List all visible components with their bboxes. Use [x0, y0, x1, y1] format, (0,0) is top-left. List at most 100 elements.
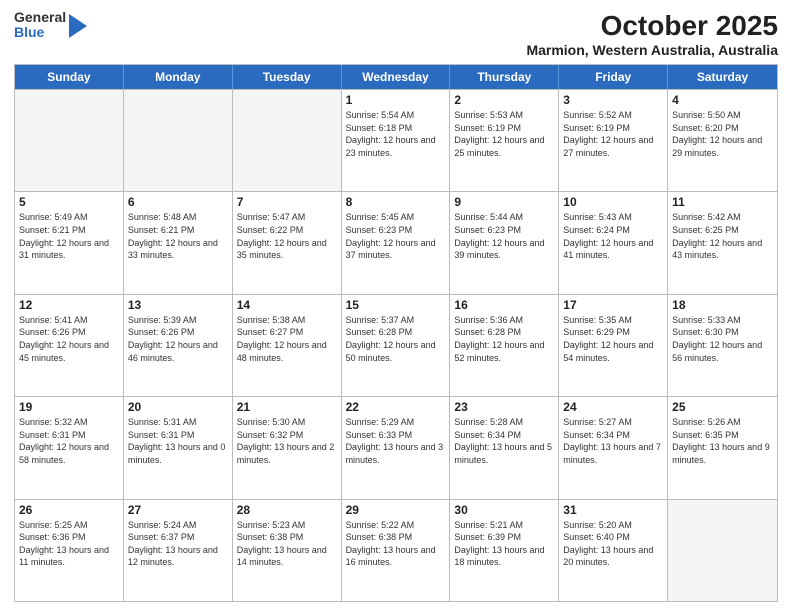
- cell-info: Sunrise: 5:20 AMSunset: 6:40 PMDaylight:…: [563, 519, 663, 569]
- calendar: SundayMondayTuesdayWednesdayThursdayFrid…: [14, 64, 778, 602]
- cell-day-number: 3: [563, 93, 663, 107]
- calendar-cell: 27 Sunrise: 5:24 AMSunset: 6:37 PMDayligh…: [124, 500, 233, 601]
- cell-day-number: 27: [128, 503, 228, 517]
- weekday-header: Saturday: [668, 65, 777, 89]
- calendar-row: 5 Sunrise: 5:49 AMSunset: 6:21 PMDaylight…: [15, 191, 777, 293]
- calendar-cell: 15Sunrise: 5:37 AMSunset: 6:28 PMDayligh…: [342, 295, 451, 396]
- cell-day-number: 24: [563, 400, 663, 414]
- cell-day-number: 17: [563, 298, 663, 312]
- logo-blue: Blue: [14, 25, 66, 40]
- cell-day-number: 29: [346, 503, 446, 517]
- cell-day-number: 15: [346, 298, 446, 312]
- cell-info: Sunrise: 5:27 AMSunset: 6:34 PMDaylight:…: [563, 416, 663, 466]
- calendar-cell: 5 Sunrise: 5:49 AMSunset: 6:21 PMDaylight…: [15, 192, 124, 293]
- cell-info: Sunrise: 5:30 AMSunset: 6:32 PMDaylight:…: [237, 416, 337, 466]
- calendar-cell: 14Sunrise: 5:38 AMSunset: 6:27 PMDayligh…: [233, 295, 342, 396]
- cell-info: Sunrise: 5:36 AMSunset: 6:28 PMDaylight:…: [454, 314, 554, 364]
- cell-day-number: 6: [128, 195, 228, 209]
- cell-info: Sunrise: 5:33 AMSunset: 6:30 PMDaylight:…: [672, 314, 773, 364]
- calendar-cell: 16 Sunrise: 5:36 AMSunset: 6:28 PMDayligh…: [450, 295, 559, 396]
- calendar-cell: [124, 90, 233, 191]
- weekday-header: Monday: [124, 65, 233, 89]
- calendar-cell: 24 Sunrise: 5:27 AMSunset: 6:34 PMDayligh…: [559, 397, 668, 498]
- page: General Blue October 2025 Marmion, Weste…: [0, 0, 792, 612]
- cell-info: Sunrise: 5:48 AMSunset: 6:21 PMDaylight:…: [128, 211, 228, 261]
- weekday-header: Wednesday: [342, 65, 451, 89]
- calendar-cell: 13 Sunrise: 5:39 AMSunset: 6:26 PMDayligh…: [124, 295, 233, 396]
- cell-day-number: 12: [19, 298, 119, 312]
- calendar-header: SundayMondayTuesdayWednesdayThursdayFrid…: [15, 65, 777, 89]
- calendar-cell: 4Sunrise: 5:50 AMSunset: 6:20 PMDaylight…: [668, 90, 777, 191]
- logo-arrow-icon: [69, 14, 87, 38]
- cell-day-number: 20: [128, 400, 228, 414]
- cell-day-number: 13: [128, 298, 228, 312]
- cell-info: Sunrise: 5:44 AMSunset: 6:23 PMDaylight:…: [454, 211, 554, 261]
- calendar-cell: 1 Sunrise: 5:54 AMSunset: 6:18 PMDaylight…: [342, 90, 451, 191]
- logo-text: General Blue: [14, 10, 66, 41]
- title-block: October 2025 Marmion, Western Australia,…: [526, 10, 778, 58]
- cell-day-number: 5: [19, 195, 119, 209]
- calendar-cell: 9 Sunrise: 5:44 AMSunset: 6:23 PMDaylight…: [450, 192, 559, 293]
- calendar-cell: 11Sunrise: 5:42 AMSunset: 6:25 PMDayligh…: [668, 192, 777, 293]
- cell-info: Sunrise: 5:26 AMSunset: 6:35 PMDaylight:…: [672, 416, 773, 466]
- cell-day-number: 16: [454, 298, 554, 312]
- calendar-cell: 12 Sunrise: 5:41 AMSunset: 6:26 PMDayligh…: [15, 295, 124, 396]
- calendar-cell: [233, 90, 342, 191]
- calendar-row: 19Sunrise: 5:32 AMSunset: 6:31 PMDayligh…: [15, 396, 777, 498]
- page-subtitle: Marmion, Western Australia, Australia: [526, 42, 778, 58]
- cell-day-number: 31: [563, 503, 663, 517]
- cell-info: Sunrise: 5:49 AMSunset: 6:21 PMDaylight:…: [19, 211, 119, 261]
- cell-info: Sunrise: 5:29 AMSunset: 6:33 PMDaylight:…: [346, 416, 446, 466]
- cell-day-number: 1: [346, 93, 446, 107]
- calendar-cell: 20 Sunrise: 5:31 AMSunset: 6:31 PMDayligh…: [124, 397, 233, 498]
- cell-info: Sunrise: 5:32 AMSunset: 6:31 PMDaylight:…: [19, 416, 119, 466]
- calendar-cell: [15, 90, 124, 191]
- calendar-cell: 31 Sunrise: 5:20 AMSunset: 6:40 PMDayligh…: [559, 500, 668, 601]
- cell-day-number: 30: [454, 503, 554, 517]
- cell-info: Sunrise: 5:31 AMSunset: 6:31 PMDaylight:…: [128, 416, 228, 466]
- calendar-cell: 26Sunrise: 5:25 AMSunset: 6:36 PMDayligh…: [15, 500, 124, 601]
- cell-day-number: 25: [672, 400, 773, 414]
- page-title: October 2025: [526, 10, 778, 42]
- calendar-cell: [668, 500, 777, 601]
- calendar-cell: 2Sunrise: 5:53 AMSunset: 6:19 PMDaylight…: [450, 90, 559, 191]
- cell-info: Sunrise: 5:39 AMSunset: 6:26 PMDaylight:…: [128, 314, 228, 364]
- cell-day-number: 11: [672, 195, 773, 209]
- calendar-row: 1 Sunrise: 5:54 AMSunset: 6:18 PMDaylight…: [15, 89, 777, 191]
- cell-info: Sunrise: 5:38 AMSunset: 6:27 PMDaylight:…: [237, 314, 337, 364]
- calendar-row: 12 Sunrise: 5:41 AMSunset: 6:26 PMDayligh…: [15, 294, 777, 396]
- calendar-cell: 23 Sunrise: 5:28 AMSunset: 6:34 PMDayligh…: [450, 397, 559, 498]
- calendar-cell: 6 Sunrise: 5:48 AMSunset: 6:21 PMDaylight…: [124, 192, 233, 293]
- logo-general: General: [14, 10, 66, 25]
- calendar-cell: 29 Sunrise: 5:22 AMSunset: 6:38 PMDayligh…: [342, 500, 451, 601]
- logo: General Blue: [14, 10, 87, 41]
- cell-info: Sunrise: 5:25 AMSunset: 6:36 PMDaylight:…: [19, 519, 119, 569]
- calendar-cell: 21 Sunrise: 5:30 AMSunset: 6:32 PMDayligh…: [233, 397, 342, 498]
- calendar-row: 26Sunrise: 5:25 AMSunset: 6:36 PMDayligh…: [15, 499, 777, 601]
- cell-day-number: 18: [672, 298, 773, 312]
- cell-info: Sunrise: 5:54 AMSunset: 6:18 PMDaylight:…: [346, 109, 446, 159]
- cell-day-number: 22: [346, 400, 446, 414]
- cell-info: Sunrise: 5:35 AMSunset: 6:29 PMDaylight:…: [563, 314, 663, 364]
- cell-day-number: 9: [454, 195, 554, 209]
- cell-day-number: 21: [237, 400, 337, 414]
- cell-info: Sunrise: 5:28 AMSunset: 6:34 PMDaylight:…: [454, 416, 554, 466]
- cell-info: Sunrise: 5:50 AMSunset: 6:20 PMDaylight:…: [672, 109, 773, 159]
- cell-day-number: 8: [346, 195, 446, 209]
- cell-day-number: 23: [454, 400, 554, 414]
- header: General Blue October 2025 Marmion, Weste…: [14, 10, 778, 58]
- cell-day-number: 2: [454, 93, 554, 107]
- calendar-cell: 7Sunrise: 5:47 AMSunset: 6:22 PMDaylight…: [233, 192, 342, 293]
- cell-day-number: 28: [237, 503, 337, 517]
- calendar-cell: 3Sunrise: 5:52 AMSunset: 6:19 PMDaylight…: [559, 90, 668, 191]
- weekday-header: Thursday: [450, 65, 559, 89]
- cell-info: Sunrise: 5:23 AMSunset: 6:38 PMDaylight:…: [237, 519, 337, 569]
- weekday-header: Friday: [559, 65, 668, 89]
- cell-info: Sunrise: 5:45 AMSunset: 6:23 PMDaylight:…: [346, 211, 446, 261]
- cell-info: Sunrise: 5:21 AMSunset: 6:39 PMDaylight:…: [454, 519, 554, 569]
- calendar-cell: 28 Sunrise: 5:23 AMSunset: 6:38 PMDayligh…: [233, 500, 342, 601]
- cell-day-number: 10: [563, 195, 663, 209]
- cell-info: Sunrise: 5:24 AMSunset: 6:37 PMDaylight:…: [128, 519, 228, 569]
- cell-info: Sunrise: 5:41 AMSunset: 6:26 PMDaylight:…: [19, 314, 119, 364]
- cell-info: Sunrise: 5:22 AMSunset: 6:38 PMDaylight:…: [346, 519, 446, 569]
